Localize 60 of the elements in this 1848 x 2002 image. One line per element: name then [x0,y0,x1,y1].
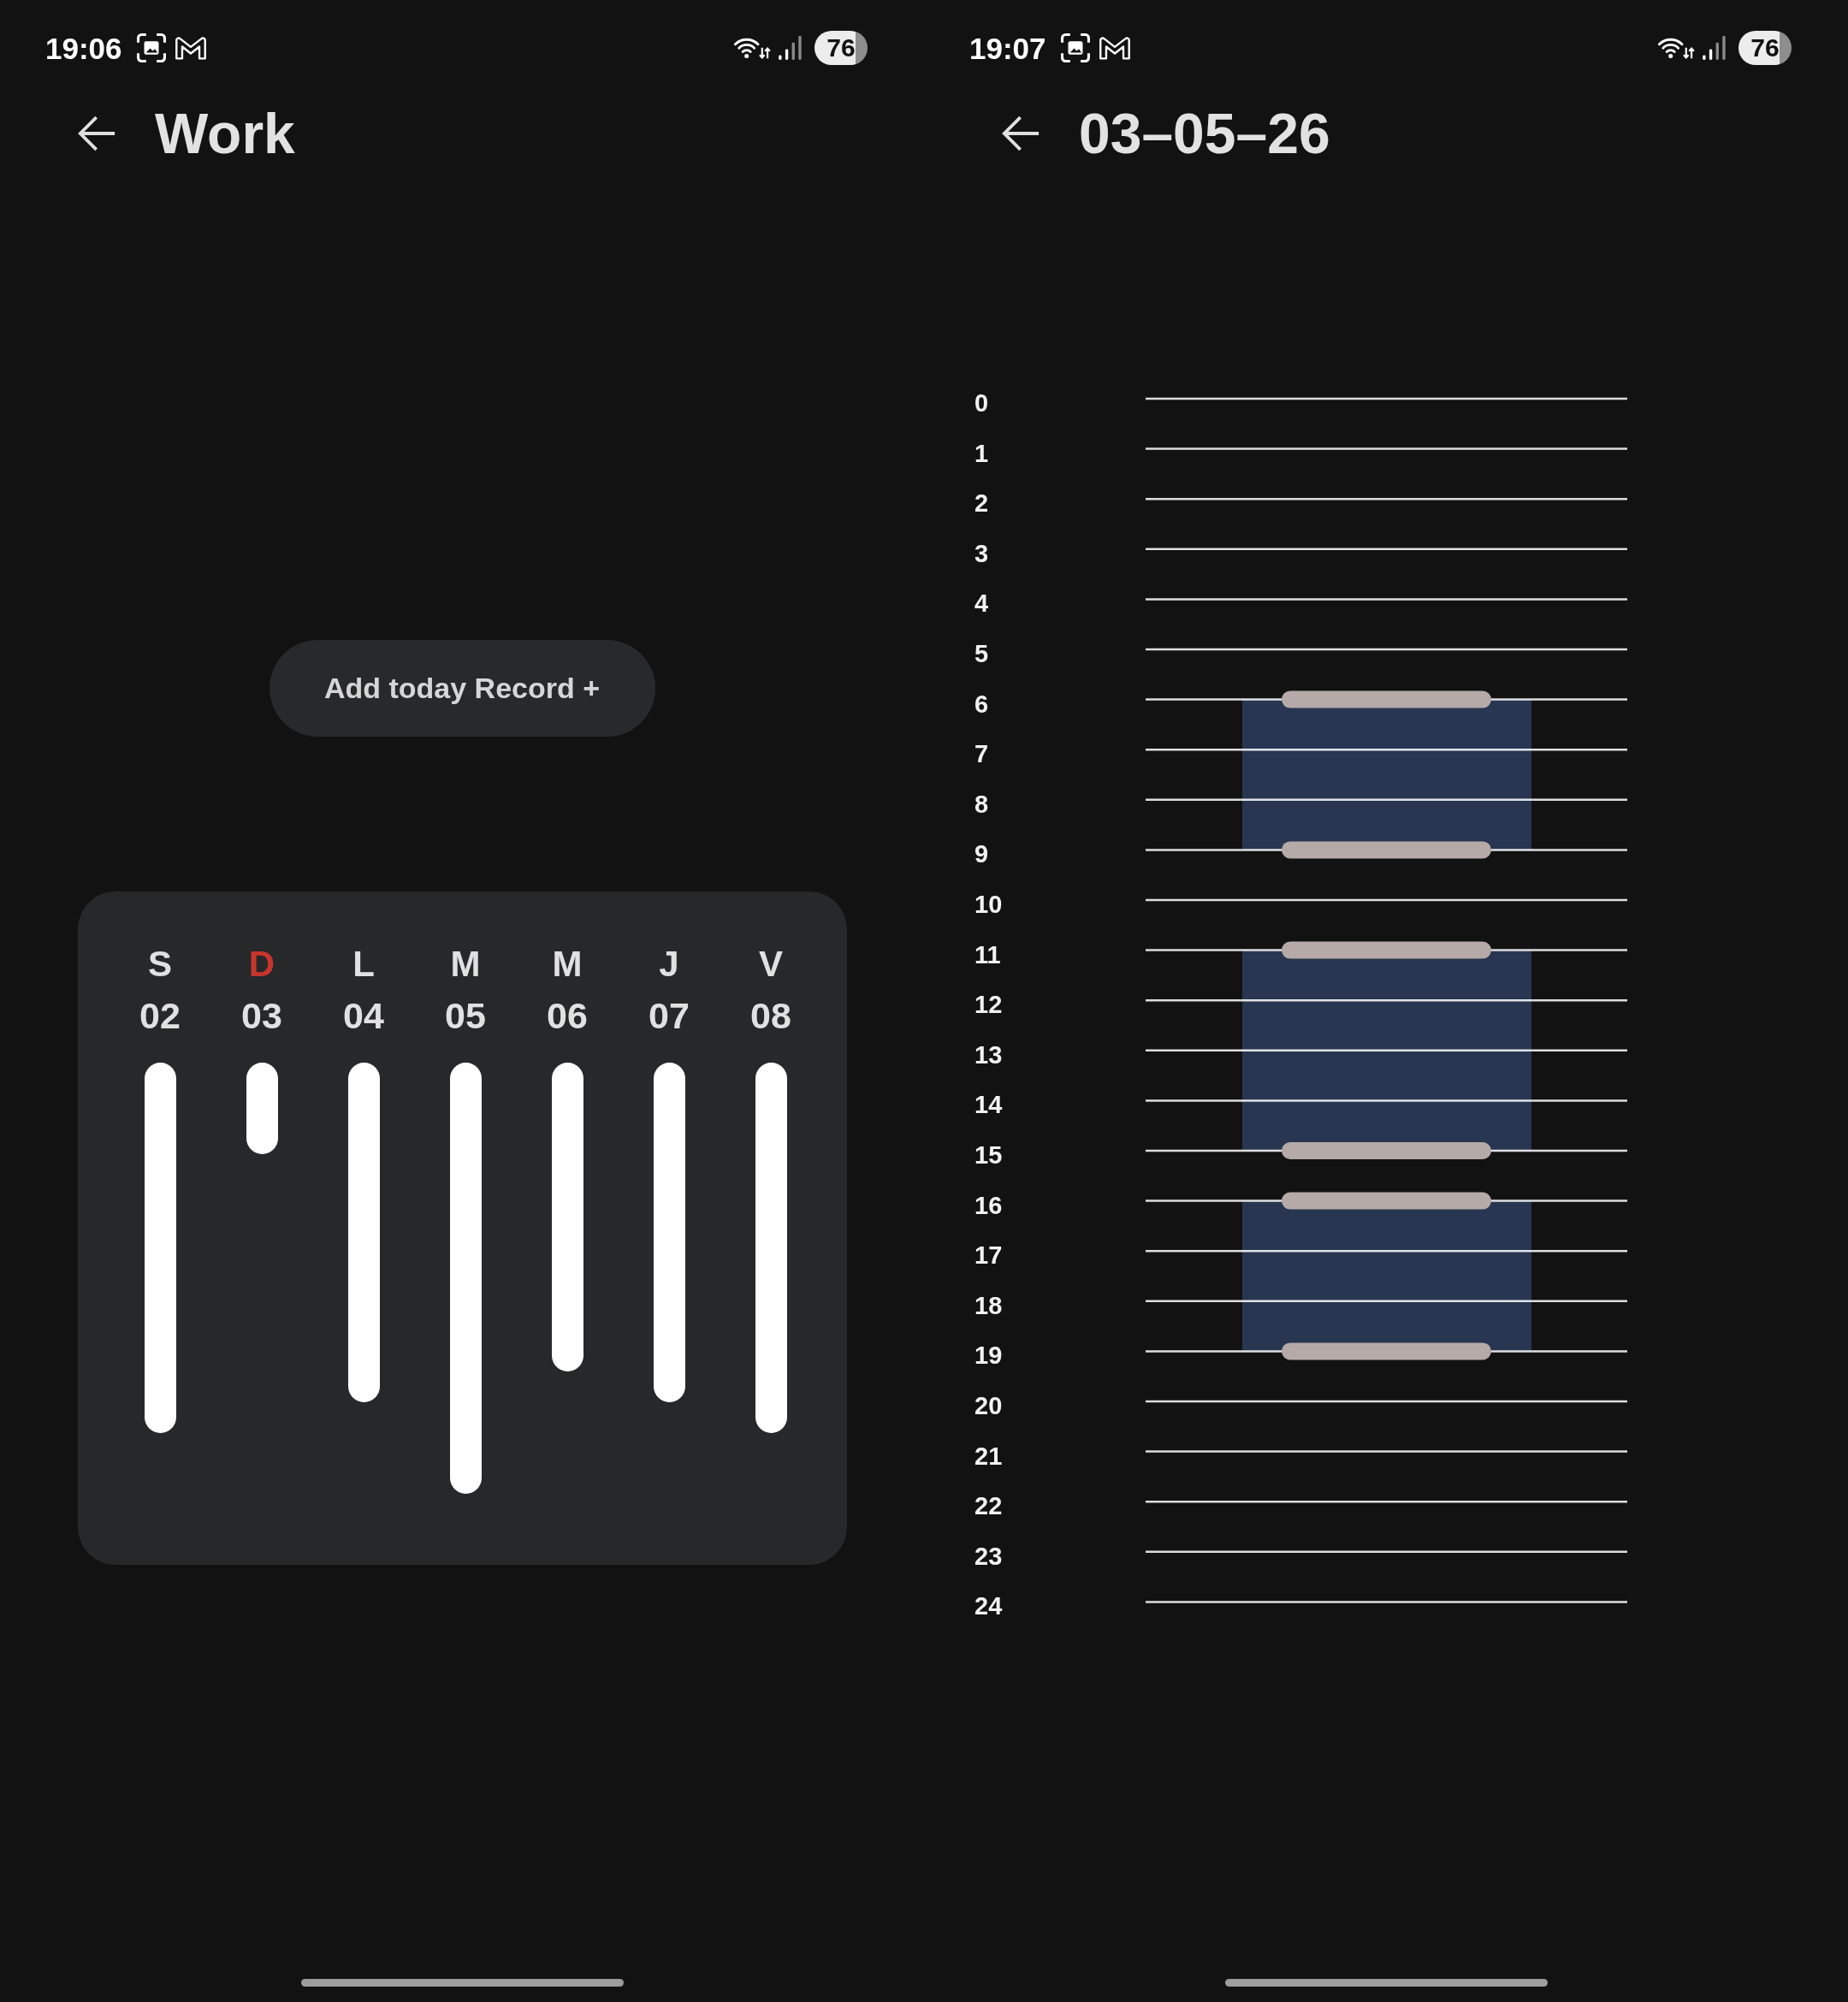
signal-icon [1703,36,1726,60]
hour-label: 24 [974,1592,1003,1620]
hour-label: 16 [974,1191,1003,1219]
hour-label: 9 [974,840,989,868]
hour-label: 15 [974,1141,1003,1169]
add-record-button[interactable]: Add today Record + [269,640,655,737]
hour-label: 3 [974,539,989,567]
hour-label: 0 [974,389,989,417]
hour-label: 10 [974,891,1003,918]
drag-handle[interactable] [1282,1192,1491,1210]
weekday-label: D [248,943,275,986]
hour-label: 7 [974,740,989,768]
screen-title: Work [155,105,295,162]
date-label: 05 [445,994,486,1037]
hour-label: 19 [974,1342,1003,1370]
hour-label: 6 [974,690,989,718]
weekday-label: M [552,943,583,986]
back-arrow-icon[interactable] [77,114,116,153]
hour-label: 12 [974,991,1003,1019]
weekday-label: J [659,943,679,986]
status-time: 19:07 [969,33,1046,63]
status-time: 19:06 [45,33,122,63]
weekday-label: M [450,943,481,986]
hour-label: 8 [974,790,989,818]
screen-title: 03–05–26 [1079,105,1330,162]
hour-label: 21 [974,1442,1003,1470]
hour-label: 14 [974,1091,1003,1119]
back-arrow-icon[interactable] [1001,114,1040,153]
battery-indicator: 76 [814,31,868,65]
signal-icon [779,36,802,60]
weekday-label: V [759,943,783,986]
screenshot-icon [136,33,166,62]
battery-indicator: 76 [1738,31,1792,65]
drag-handle[interactable] [1282,941,1491,959]
date-label: 08 [750,994,791,1037]
date-label: 03 [241,994,282,1037]
drag-handle[interactable] [1282,1142,1491,1159]
weekday-label: S [148,943,172,986]
date-label: 02 [139,994,181,1037]
drag-handle[interactable] [1282,841,1491,859]
hour-label: 1 [974,439,989,467]
hour-label: 22 [974,1492,1003,1520]
drag-handle[interactable] [1282,690,1491,708]
screenshot-icon [1060,33,1090,62]
hour-label: 23 [974,1542,1003,1570]
hour-label: 2 [974,489,989,518]
drag-handle[interactable] [1282,1342,1491,1360]
hour-label: 18 [974,1291,1003,1319]
hour-label: 13 [974,1040,1003,1069]
mail-icon [175,36,206,60]
hour-label: 17 [974,1241,1003,1270]
hour-label: 20 [974,1392,1003,1419]
date-label: 06 [547,994,588,1037]
date-label: 04 [343,994,384,1037]
date-label: 07 [649,994,690,1037]
weekday-label: L [352,943,375,986]
hour-label: 11 [974,940,1001,968]
hour-label: 4 [974,589,989,618]
mail-icon [1099,36,1130,60]
hour-label: 5 [974,640,989,667]
